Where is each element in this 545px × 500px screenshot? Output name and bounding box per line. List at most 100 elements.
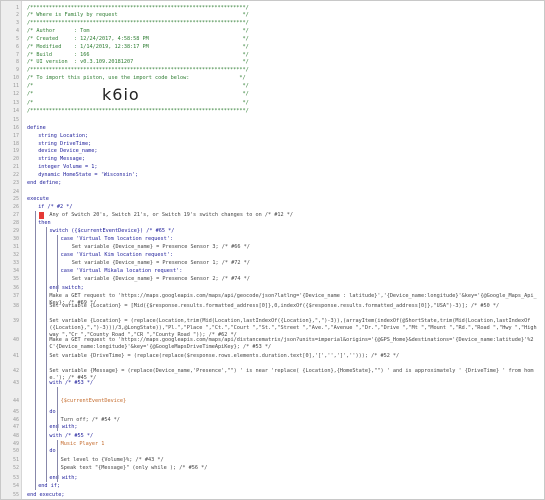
code-line[interactable]: /***************************************… <box>27 67 249 74</box>
line-number: 55 <box>12 492 19 498</box>
line-number: 7 <box>15 52 19 58</box>
code-line[interactable]: integer Volume = 1; <box>38 164 97 171</box>
code-line[interactable]: /* Modified : 1/14/2019, 12:38:17 PM */ <box>27 44 249 51</box>
line-number-gutter: 1 2 3 4 5 6 7 8 9 10 11 12 13 14 15 16 17 18 19 20 21 22 23 24 2… <box>1 1 22 499</box>
code-line[interactable]: if /* #2 */ <box>38 204 72 211</box>
code-line[interactable]: /* To import this piston, use the import… <box>27 75 246 82</box>
code-line[interactable]: execute <box>27 196 49 203</box>
code-line[interactable]: case 'Virtual Kim location request': <box>61 252 173 259</box>
code-line[interactable]: end switch; <box>49 285 83 292</box>
line-number: 50 <box>12 448 19 454</box>
line-number: 29 <box>12 228 19 234</box>
line-number: 15 <box>12 117 19 123</box>
line-number: 42 <box>12 368 19 374</box>
code-line[interactable]: case 'Virtual Mikala location request': <box>61 268 183 275</box>
line-number: 43 <box>12 380 19 386</box>
condition-marker-icon <box>39 212 44 219</box>
code-line[interactable]: Music Player 1 <box>61 441 105 448</box>
code-line[interactable]: Make a GET request to 'https://maps.goog… <box>49 337 537 351</box>
line-number: 30 <box>12 236 19 242</box>
code-line[interactable]: Set variable {DriveTime} = (replace(repl… <box>49 353 399 360</box>
line-number: 6 <box>15 44 19 50</box>
line-number: 35 <box>12 276 19 282</box>
code-line[interactable]: /* UI version : v0.3.109.20181207 */ <box>27 59 249 66</box>
line-number: 52 <box>12 465 19 471</box>
line-number: 47 <box>12 424 19 430</box>
code-line[interactable]: Set variable {Message} = (replace(Device… <box>49 368 537 382</box>
code-line[interactable]: device Device_name; <box>38 148 97 155</box>
line-number: 13 <box>12 100 19 106</box>
code-line[interactable]: with /* #53 */ <box>49 380 93 387</box>
code-line[interactable]: switch ({$currentEventDevice}) /* #65 */ <box>49 228 174 235</box>
code-line[interactable]: string Message; <box>38 156 85 163</box>
line-number: 24 <box>12 189 19 195</box>
code-line[interactable]: Set variable {Device_name} = Presence Se… <box>72 244 250 251</box>
code-line[interactable]: {$currentEventDevice} <box>61 398 127 405</box>
line-number: 28 <box>12 220 19 226</box>
line-number: 1 <box>15 5 19 11</box>
code-line[interactable]: Set variable {Location} = (replace(Locat… <box>49 318 537 339</box>
line-number: 26 <box>12 204 19 210</box>
piston-code-view: 1 2 3 4 5 6 7 8 9 10 11 12 13 14 15 16 17 18 19 20 21 22 23 24 2… <box>0 0 545 500</box>
code-line[interactable]: end with; <box>49 424 77 431</box>
code-line[interactable]: end define; <box>27 180 61 187</box>
code-line[interactable]: string DriveTime; <box>38 141 91 148</box>
code-line[interactable]: Set level to {Volume}%; /* #43 */ <box>61 457 164 464</box>
line-number: 19 <box>12 148 19 154</box>
line-number: 33 <box>12 260 19 266</box>
line-number: 18 <box>12 141 19 147</box>
code-line[interactable]: with /* #55 */ <box>49 433 93 440</box>
code-line[interactable]: end if; <box>38 483 60 490</box>
code-line[interactable]: Set variable {Device_name} = Presence Se… <box>72 260 250 267</box>
code-line[interactable]: case 'Virtual Tom location request': <box>61 236 173 243</box>
line-number: 37 <box>12 293 19 299</box>
code-line[interactable]: Speak text "{Message}" (only while ); /*… <box>61 465 208 472</box>
line-number: 2 <box>15 12 19 18</box>
line-number: 41 <box>12 353 19 359</box>
code-line[interactable]: Set variable {Device_name} = Presence Se… <box>72 276 250 283</box>
code-line[interactable]: Any of Switch 20's, Switch 21's, or Swit… <box>49 212 293 219</box>
code-line[interactable]: do <box>49 409 55 416</box>
code-line[interactable]: /* Build : 166 */ <box>27 52 249 59</box>
line-number: 14 <box>12 108 19 114</box>
line-number: 45 <box>12 409 19 415</box>
code-line[interactable]: /* Created : 12/24/2017, 4:58:58 PM */ <box>27 36 249 43</box>
code-line[interactable]: /***************************************… <box>27 108 249 115</box>
code-line[interactable]: /***************************************… <box>27 5 249 12</box>
code-line[interactable]: /* Author : Tom */ <box>27 28 249 35</box>
block-guide <box>57 387 58 431</box>
line-number: 40 <box>12 337 19 343</box>
block-guide <box>35 211 36 490</box>
line-number: 20 <box>12 156 19 162</box>
line-number: 46 <box>12 417 19 423</box>
code-line[interactable]: do <box>49 448 55 455</box>
code-line[interactable]: /***************************************… <box>27 20 249 27</box>
code-line[interactable]: dynamic HomeState = 'Wisconsin'; <box>38 172 138 179</box>
code-line[interactable]: define <box>27 125 46 132</box>
line-number: 17 <box>12 133 19 139</box>
line-number: 3 <box>15 20 19 26</box>
line-number: 9 <box>15 67 19 73</box>
code-line[interactable]: end execute; <box>27 492 64 499</box>
line-number: 25 <box>12 196 19 202</box>
line-number: 11 <box>12 83 19 89</box>
line-number: 39 <box>12 318 19 324</box>
code-line[interactable]: Turn off; /* #54 */ <box>61 417 120 424</box>
import-code: k6io <box>102 85 140 104</box>
line-number: 32 <box>12 252 19 258</box>
code-line[interactable]: string Location; <box>38 133 88 140</box>
line-number: 48 <box>12 433 19 439</box>
line-number: 8 <box>15 59 19 65</box>
code-line[interactable]: /* Where is Family by request */ <box>27 12 249 19</box>
line-number: 10 <box>12 75 19 81</box>
line-number: 23 <box>12 180 19 186</box>
line-number: 54 <box>12 483 19 489</box>
block-guide <box>57 235 58 292</box>
code-line[interactable]: then <box>38 220 51 227</box>
line-number: 34 <box>12 268 19 274</box>
line-number: 49 <box>12 441 19 447</box>
code-line[interactable]: end with; <box>49 475 77 482</box>
line-number: 36 <box>12 285 19 291</box>
code-line[interactable]: Set variable {Location} = [Mid({$respons… <box>49 303 537 310</box>
line-number: 5 <box>15 36 19 42</box>
